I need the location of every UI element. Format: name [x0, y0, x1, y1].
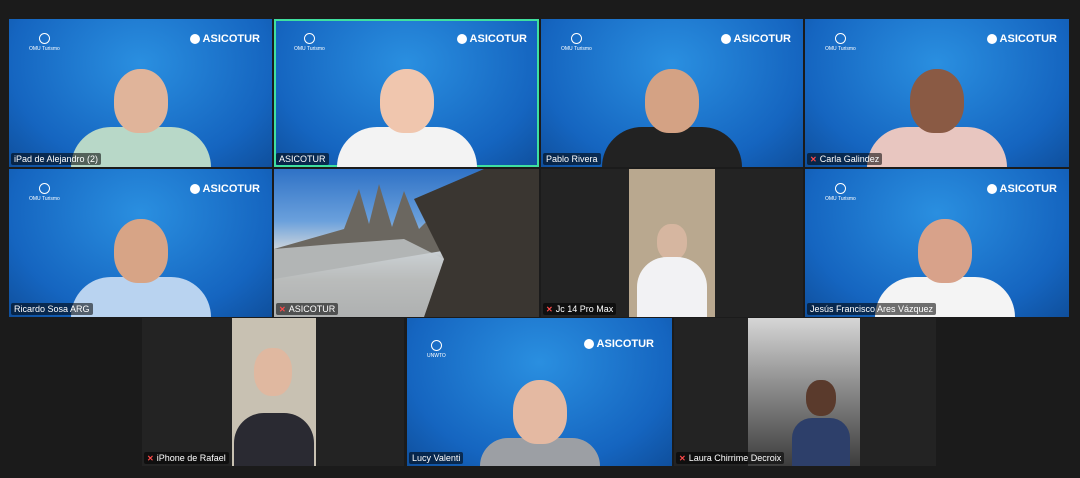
asicotur-logo: ASICOTUR [456, 33, 527, 45]
muted-mic-icon: ✕ [279, 304, 286, 314]
muted-mic-icon: ✕ [147, 453, 154, 463]
unwto-logo: OMU Turismo [29, 183, 60, 202]
video-tile-alejandro[interactable]: OMU Turismo ASICOTUR iPad de Alejandro (… [9, 19, 272, 167]
video-tile-laura-chirrime[interactable]: ✕ Laura Chirrime Decroix [674, 318, 936, 466]
video-tile-pablo-rivera[interactable]: OMU Turismo ASICOTUR Pablo Rivera [541, 19, 803, 167]
muted-mic-icon: ✕ [679, 453, 686, 463]
video-tile-carla-galindez[interactable]: OMU Turismo ASICOTUR ✕ Carla Galindez [805, 19, 1069, 167]
participant-name-label: iPad de Alejandro (2) [11, 153, 102, 165]
asicotur-logo: ASICOTUR [986, 183, 1057, 195]
unwto-logo: OMU Turismo [825, 33, 856, 52]
participant-video [748, 318, 860, 466]
participant-video [867, 69, 1007, 167]
unwto-logo: OMU Turismo [825, 183, 856, 202]
video-tile-asicotur-landscape[interactable]: ✕ ASICOTUR [274, 169, 539, 317]
participant-name-label: ✕ ASICOTUR [276, 303, 339, 315]
participant-name-label: Lucy Valenti [409, 452, 464, 464]
unwto-logo: OMU Turismo [294, 33, 325, 52]
video-tile-jesus-ares[interactable]: OMU Turismo ASICOTUR Jesús Francisco Are… [805, 169, 1069, 317]
video-tile-ricardo-sosa[interactable]: OMU Turismo ASICOTUR Ricardo Sosa ARG [9, 169, 272, 317]
muted-mic-icon: ✕ [546, 304, 553, 314]
muted-mic-icon: ✕ [810, 154, 817, 164]
asicotur-logo: ASICOTUR [720, 33, 791, 45]
participant-video [232, 318, 316, 466]
participant-name-label: ASICOTUR [276, 153, 329, 165]
video-tile-asicotur-speaker[interactable]: OMU Turismo ASICOTUR ASICOTUR [274, 19, 539, 167]
asicotur-logo: ASICOTUR [986, 33, 1057, 45]
asicotur-logo: ASICOTUR [189, 183, 260, 195]
asicotur-logo: ASICOTUR [189, 33, 260, 45]
participant-video [629, 169, 715, 317]
unwto-logo: UNWTO [427, 340, 446, 359]
asicotur-logo: ASICOTUR [583, 338, 654, 350]
participant-name-label: ✕ Laura Chirrime Decroix [676, 452, 785, 464]
video-tile-jc14[interactable]: ✕ Jc 14 Pro Max [541, 169, 803, 317]
participant-name-label: Jesús Francisco Ares Vázquez [807, 303, 937, 315]
participant-name-label: Pablo Rivera [543, 153, 601, 165]
participant-name-label: Ricardo Sosa ARG [11, 303, 93, 315]
participant-video [336, 69, 477, 167]
unwto-logo: OMU Turismo [29, 33, 60, 52]
video-tile-lucy-valenti[interactable]: UNWTO ASICOTUR Lucy Valenti [407, 318, 672, 466]
mountain-landscape-image [274, 169, 539, 317]
unwto-logo: OMU Turismo [561, 33, 592, 52]
participant-name-label: ✕ Carla Galindez [807, 153, 883, 165]
participant-video [602, 69, 742, 167]
video-tile-iphone-rafael[interactable]: ✕ iPhone de Rafael [142, 318, 404, 466]
participant-name-label: ✕ iPhone de Rafael [144, 452, 229, 464]
participant-name-label: ✕ Jc 14 Pro Max [543, 303, 617, 315]
participant-video [479, 380, 600, 466]
